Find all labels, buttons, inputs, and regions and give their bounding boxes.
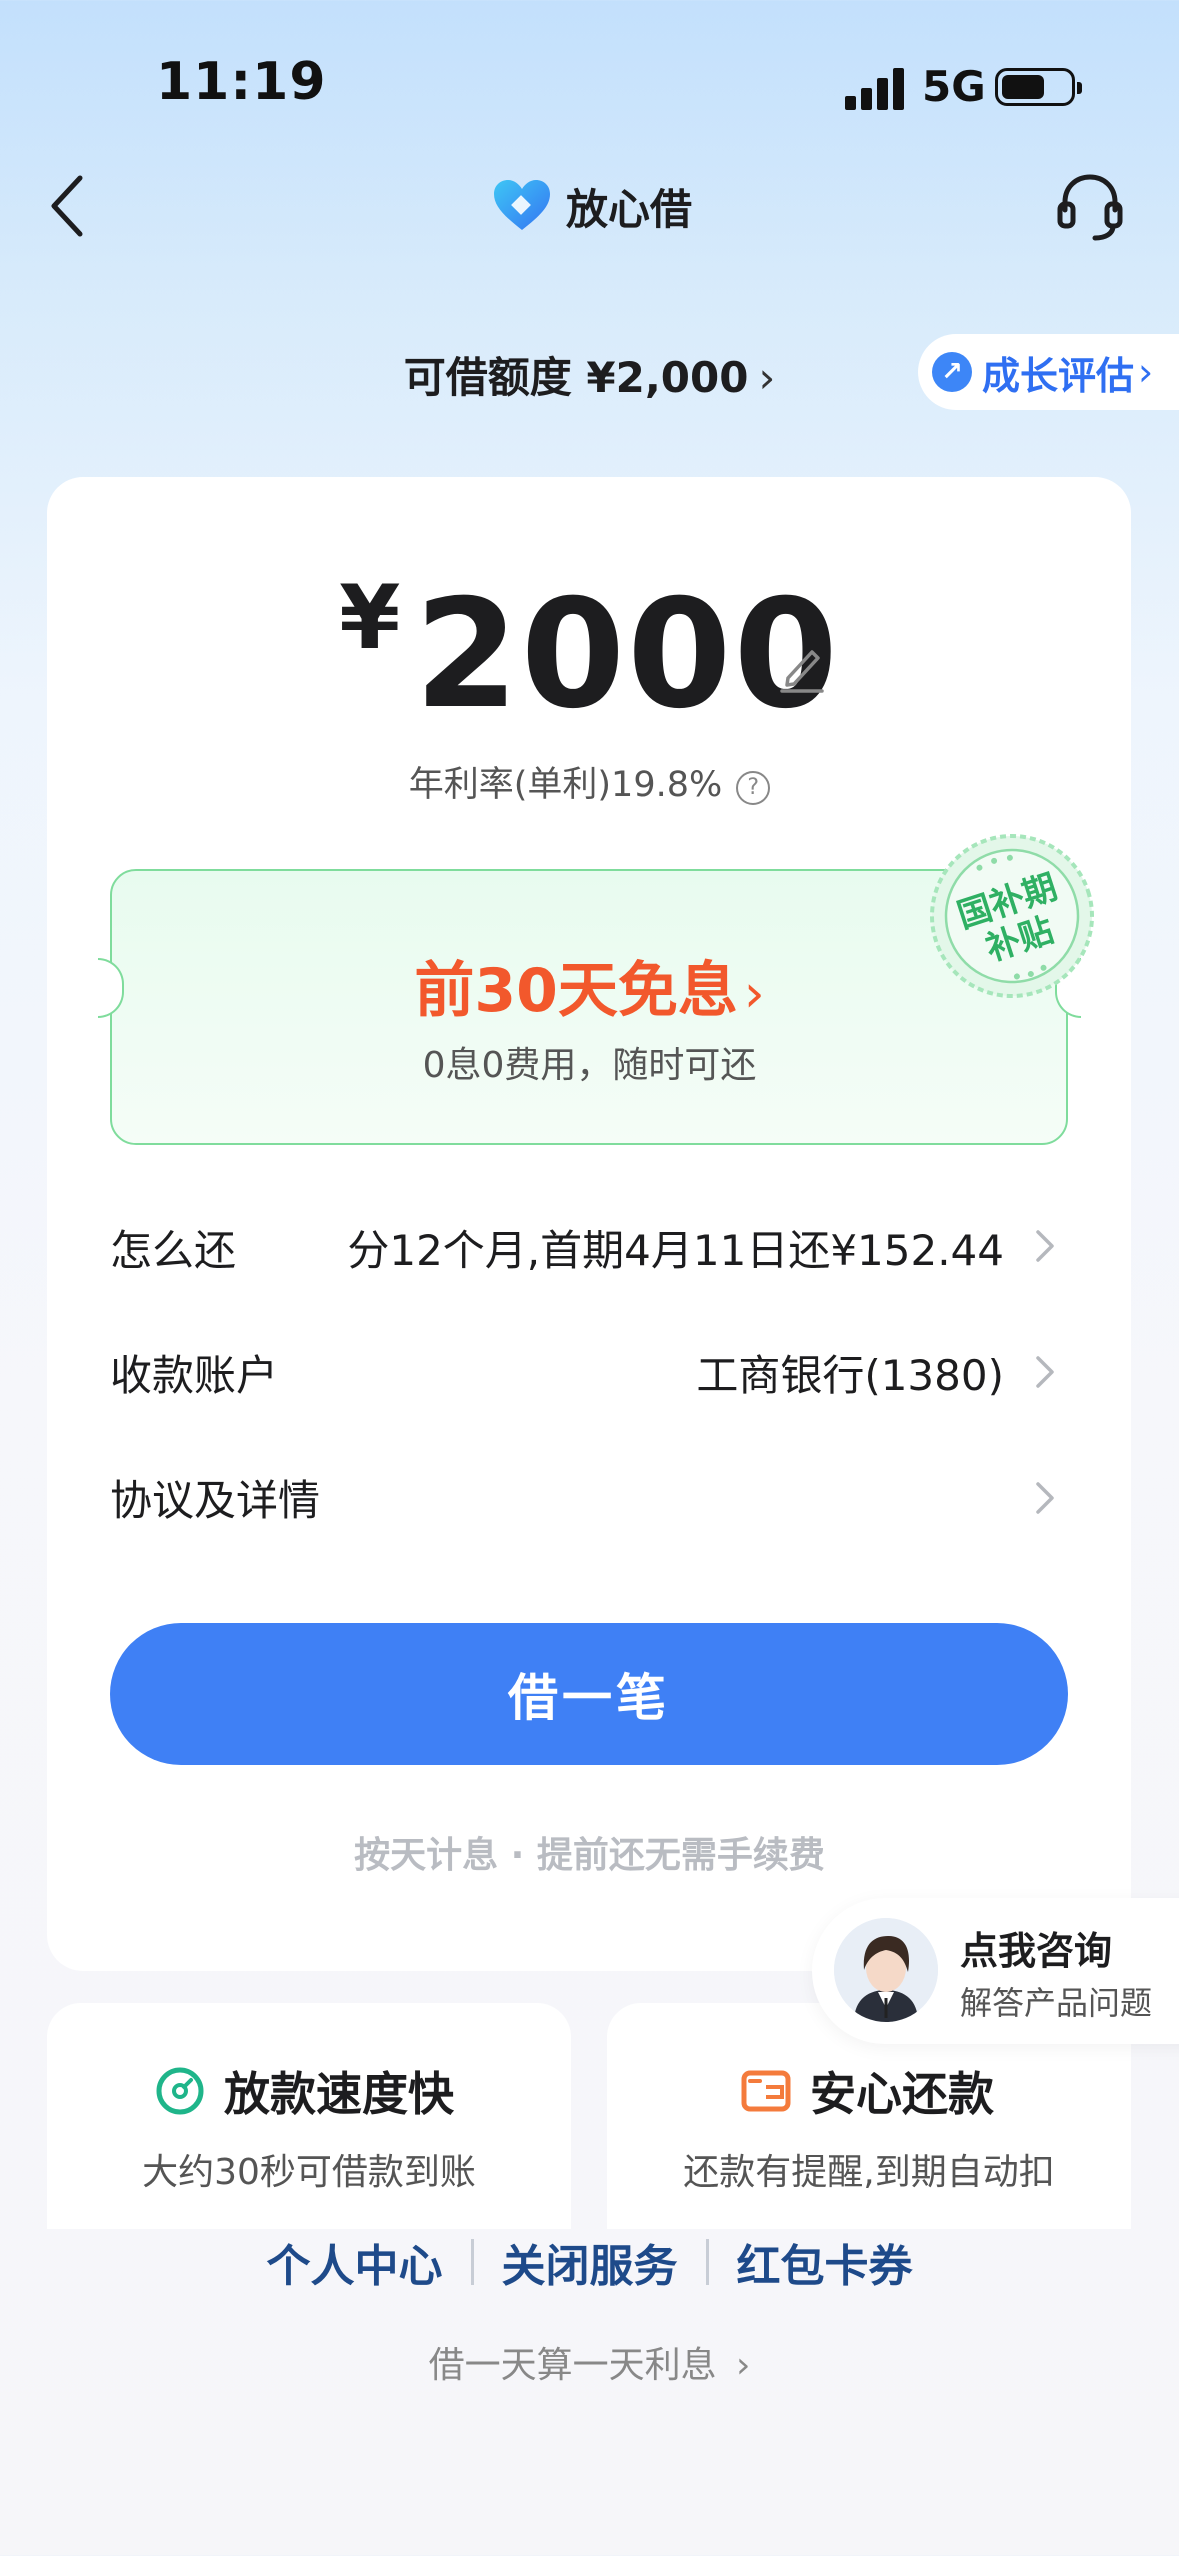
chevron-right-icon: › — [758, 353, 776, 402]
feature-title-fast-payout: 放款速度快 — [154, 2058, 454, 2124]
speed-gauge-icon — [156, 2067, 204, 2115]
arrow-up-icon: ↗ — [932, 352, 972, 392]
app-logo: 放心借 — [492, 174, 692, 238]
edit-pencil-icon[interactable] — [778, 640, 826, 694]
bottom-links: 个人中心 关闭服务 红包卡券 — [0, 2230, 1179, 2294]
customer-service-icon[interactable] — [1055, 170, 1125, 244]
agreement-details-label[interactable]: 协议及详情 — [110, 1467, 320, 1528]
daily-interest-note[interactable]: 借一天算一天利息 › — [0, 2336, 1179, 2388]
chevron-right-icon[interactable] — [1030, 1352, 1060, 1392]
interest-rate-text: 年利率(单利)19.8% — [408, 765, 723, 805]
heart-logo-icon — [494, 180, 550, 230]
personal-center-link[interactable]: 个人中心 — [239, 2230, 471, 2294]
app-title: 放心借 — [566, 184, 693, 234]
receiving-account-value[interactable]: 工商银行(1380) — [696, 1342, 1004, 1403]
help-question-icon[interactable]: ? — [736, 771, 771, 805]
consult-title: 点我咨询 — [960, 1929, 1113, 1973]
daily-interest-note-text: 借一天算一天利息 — [428, 2345, 717, 2386]
close-service-link[interactable]: 关闭服务 — [474, 2230, 706, 2294]
loan-amount-value[interactable]: 2000 — [414, 568, 839, 742]
currency-symbol: ¥ — [339, 566, 401, 669]
growth-assessment-button[interactable]: ↗ 成长评估 › — [918, 334, 1179, 410]
receiving-account-label: 收款账户 — [110, 1351, 279, 1400]
chevron-right-icon: › — [743, 964, 765, 1024]
growth-assessment-label: 成长评估 — [982, 353, 1135, 398]
repayment-plan-label: 怎么还 — [110, 1226, 237, 1275]
feature-title-text: 安心还款 — [810, 2067, 994, 2121]
promo-subtitle: 0息0费用，随时可还 — [422, 1045, 757, 1086]
network-type: 5G — [922, 62, 986, 111]
feature-title-safe-repayment: 安心还款 — [740, 2058, 994, 2124]
back-arrow-icon[interactable] — [40, 168, 100, 244]
interest-rate: 年利率(单利)19.8%? — [0, 756, 1179, 807]
repayment-plan-value[interactable]: 分12个月,首期4月11日还¥152.44 — [347, 1217, 1004, 1278]
credit-limit-label: 可借额度 ¥2,000 — [403, 353, 749, 402]
signal-icon — [845, 66, 905, 110]
agent-avatar[interactable] — [834, 1918, 938, 2022]
chevron-right-icon[interactable] — [1030, 1226, 1060, 1266]
feature-subtitle-safe-repayment: 还款有提醒,到期自动扣 — [683, 2152, 1055, 2193]
feature-title-text: 放款速度快 — [224, 2067, 454, 2121]
borrow-button[interactable]: 借一笔 — [110, 1623, 1068, 1765]
loan-amount: ¥2000 — [0, 566, 1179, 742]
status-time: 11:19 — [156, 52, 327, 112]
consult-subtitle: 解答产品问题 — [960, 1984, 1153, 2022]
promo-title-text: 前30天免息 — [414, 956, 738, 1026]
interest-footnote: 按天计息 · 提前还无需手续费 — [354, 1835, 825, 1876]
chevron-right-icon: › — [1138, 350, 1154, 394]
coupons-link[interactable]: 红包卡券 — [709, 2230, 941, 2294]
battery-icon — [995, 68, 1082, 106]
chevron-right-icon[interactable] — [1030, 1478, 1060, 1518]
chevron-right-icon: › — [736, 2345, 751, 2386]
subsidy-stamp-badge: 国补期 补贴 — [930, 834, 1094, 998]
feature-subtitle-fast-payout: 大约30秒可借款到账 — [142, 2152, 476, 2193]
wallet-icon — [741, 2070, 791, 2112]
